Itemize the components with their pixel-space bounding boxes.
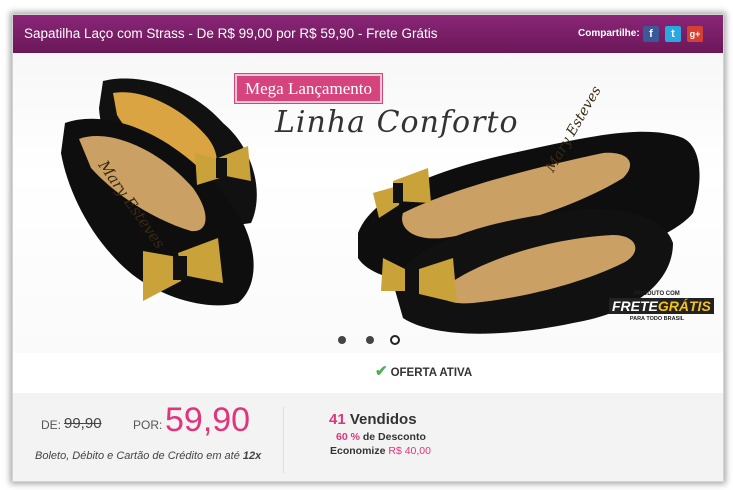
mega-lancamento-tag: Mega Lançamento [235, 74, 382, 103]
old-price-value: 99,90 [64, 415, 102, 432]
savings-amount: R$ 40,00 [388, 445, 431, 457]
badge-line2b: GRÁTIS [657, 298, 711, 314]
sold-number: 41 [329, 411, 346, 428]
google-plus-icon[interactable]: g+ [687, 26, 703, 42]
payment-info: Boleto, Débito e Cartão de Crédito em at… [35, 450, 261, 462]
carousel-dot-2[interactable] [366, 336, 374, 344]
carousel-dot-3[interactable] [390, 335, 400, 345]
carousel-dot-1[interactable] [338, 336, 346, 344]
frete-gratis-badge: PRODUTO COM FRETEGRÁTIS PARA TODO BRASIL [609, 291, 714, 322]
new-price-value: 59,90 [165, 401, 251, 439]
old-price-label: DE: [41, 418, 62, 432]
twitter-icon[interactable]: t [665, 26, 681, 42]
discount-label: de Desconto [362, 431, 426, 443]
badge-line2a: FRETE [612, 298, 658, 314]
price-divider [283, 407, 284, 473]
savings-label: Economize [330, 445, 386, 457]
sold-count: 41 Vendidos [329, 411, 417, 428]
sold-label: Vendidos [349, 411, 417, 428]
savings-info: Economize R$ 40,00 [330, 445, 431, 457]
discount-percent: 60 % [336, 431, 360, 443]
offer-status-label: OFERTA ATIVA [390, 367, 473, 379]
installments: 12x [242, 450, 262, 462]
discount-info: 60 % de Desconto [336, 431, 426, 443]
offer-status: ✔ OFERTA ATIVA [375, 362, 472, 380]
linha-conforto-heading: Linha Conforto [275, 105, 519, 140]
badge-line1: PRODUTO COM [634, 291, 680, 297]
new-price-label: POR: [133, 418, 163, 432]
badge-line2: FRETEGRÁTIS [609, 298, 714, 314]
price-panel: DE: 99,90 POR: 59,90 Boleto, Débito e Ca… [13, 393, 723, 481]
deal-title: Sapatilha Laço com Strass - De R$ 99,00 … [24, 26, 438, 41]
header-bar: Sapatilha Laço com Strass - De R$ 99,00 … [13, 15, 723, 53]
share-label: Compartilhe: [578, 28, 640, 39]
facebook-icon[interactable]: f [643, 26, 659, 42]
checkmark-icon: ✔ [375, 363, 388, 380]
payment-text: Boleto, Débito e Cartão de Crédito em at… [35, 450, 240, 462]
product-banner[interactable]: Mary Esteves Mary Esteves Mega Lançament… [13, 53, 723, 353]
badge-line3: PARA TODO BRASIL [629, 316, 685, 322]
deal-card: Sapatilha Laço com Strass - De R$ 99,00 … [12, 14, 724, 482]
